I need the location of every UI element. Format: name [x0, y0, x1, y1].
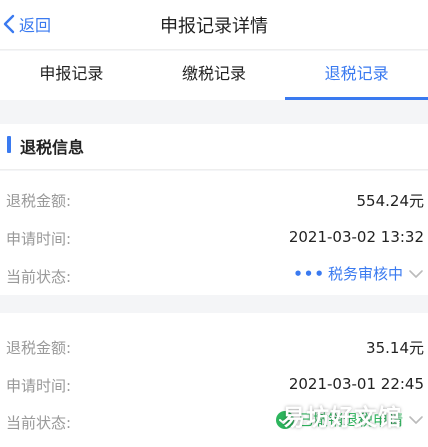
- refund-amount-row: 退税金额: 35.14元: [0, 328, 428, 366]
- current-status-row: 当前状态: ••• 税务审核中: [0, 257, 428, 295]
- refund-amount-value: 35.14元: [366, 339, 424, 357]
- refund-amount-label: 退税金额:: [6, 192, 72, 210]
- refund-record-card[interactable]: 退税金额: 554.24元 申请时间: 2021-03-02 13:32 当前状…: [0, 171, 428, 295]
- chevron-down-icon: [409, 415, 423, 424]
- tab-payment-records[interactable]: 缴税记录: [143, 51, 286, 100]
- tab-declaration-records[interactable]: 申报记录: [0, 51, 143, 100]
- section-title: 退税信息: [20, 138, 85, 157]
- more-dots-icon: •••: [293, 264, 325, 283]
- refund-info-header: 退税信息: [0, 124, 428, 170]
- record-tabs: 申报记录 缴税记录 退税记录: [0, 51, 428, 100]
- section-accent-bar: [7, 136, 11, 153]
- apply-time-value: 2021-03-01 22:45: [288, 375, 424, 393]
- apply-time-row: 申请时间: 2021-03-02 13:32: [0, 219, 428, 257]
- refund-amount-row: 退税金额: 554.24元: [0, 181, 428, 219]
- apply-time-value: 2021-03-02 13:32: [288, 228, 424, 246]
- chevron-down-icon: [409, 269, 423, 278]
- navigation-bar: 返回 申报记录详情: [0, 0, 428, 50]
- status-text: 税务审核中: [327, 265, 403, 283]
- tab-refund-records[interactable]: 退税记录: [285, 51, 428, 100]
- current-status-label: 当前状态:: [6, 414, 72, 432]
- refund-amount-value: 554.24元: [356, 192, 425, 210]
- status-pending[interactable]: ••• 税务审核中: [293, 263, 424, 284]
- watermark-text: 易坊好文馆: [282, 405, 402, 431]
- page-title: 申报记录详情: [160, 16, 268, 37]
- current-status-label: 当前状态:: [6, 268, 72, 286]
- apply-time-label: 申请时间:: [6, 230, 72, 248]
- refund-amount-label: 退税金额:: [6, 339, 72, 357]
- apply-time-label: 申请时间:: [6, 377, 72, 395]
